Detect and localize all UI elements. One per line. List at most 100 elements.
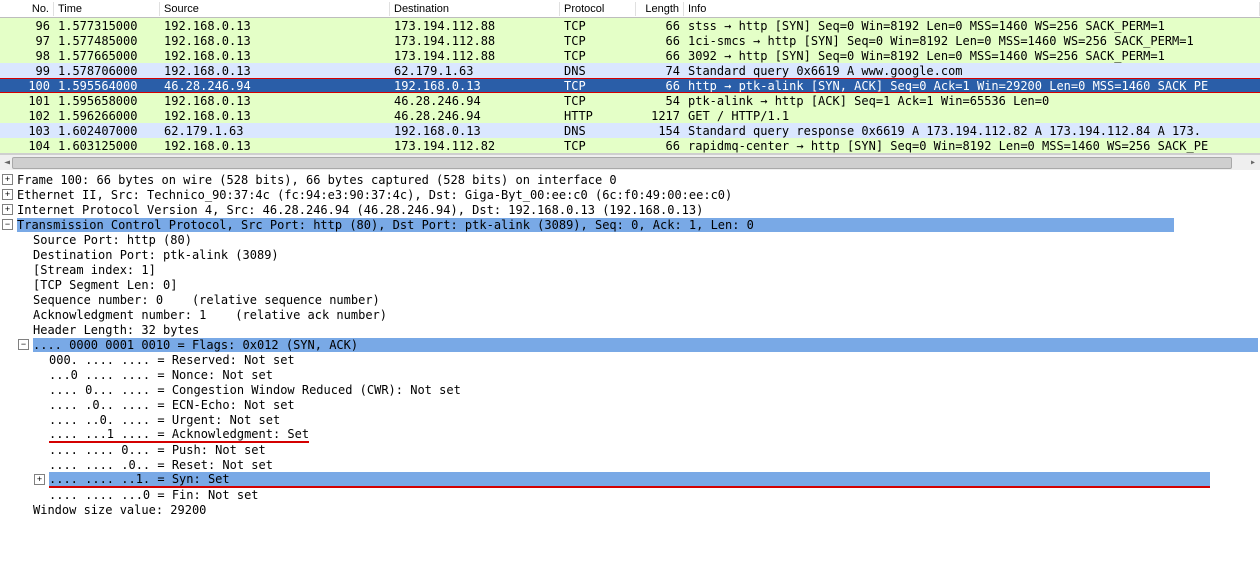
packet-details-pane[interactable]: +Frame 100: 66 bytes on wire (528 bits),… xyxy=(0,170,1260,517)
flag-bit-text: .... ...1 .... = Acknowledgment: Set xyxy=(49,427,309,443)
cell-no: 102 xyxy=(0,109,54,123)
packet-row[interactable]: 1001.59556400046.28.246.94192.168.0.13TC… xyxy=(0,78,1260,93)
packet-row[interactable]: 1031.60240700062.179.1.63192.168.0.13DNS… xyxy=(0,123,1260,138)
collapse-icon[interactable]: − xyxy=(18,339,29,350)
expand-icon[interactable]: + xyxy=(34,474,45,485)
detail-leaf[interactable]: Acknowledgment number: 1 (relative ack n… xyxy=(2,307,1260,322)
col-len[interactable]: Length xyxy=(636,2,684,16)
expand-icon[interactable]: + xyxy=(2,174,13,185)
cell-proto: HTTP xyxy=(560,109,636,123)
cell-info: GET / HTTP/1.1 xyxy=(684,109,1260,123)
cell-proto: TCP xyxy=(560,79,636,93)
cell-info: ptk-alink → http [ACK] Seq=1 Ack=1 Win=6… xyxy=(684,94,1260,108)
detail-node[interactable]: +Internet Protocol Version 4, Src: 46.28… xyxy=(2,202,1260,217)
col-no[interactable]: No. xyxy=(0,2,54,16)
scrollbar-thumb[interactable] xyxy=(12,157,1232,169)
tcp-flag-bit[interactable]: .... .0.. .... = ECN-Echo: Not set xyxy=(2,397,1260,412)
cell-dst: 173.194.112.88 xyxy=(390,19,560,33)
packet-list-pane[interactable]: No. Time Source Destination Protocol Len… xyxy=(0,0,1260,154)
flag-bit-text: .... ..0. .... = Urgent: Not set xyxy=(49,413,280,427)
tcp-flag-bit[interactable]: 000. .... .... = Reserved: Not set xyxy=(2,352,1260,367)
cell-no: 96 xyxy=(0,19,54,33)
packet-row[interactable]: 1041.603125000192.168.0.13173.194.112.82… xyxy=(0,138,1260,153)
packet-row[interactable]: 1011.595658000192.168.0.1346.28.246.94TC… xyxy=(0,93,1260,108)
cell-len: 1217 xyxy=(636,109,684,123)
cell-no: 100 xyxy=(0,79,54,93)
cell-src: 192.168.0.13 xyxy=(160,139,390,153)
cell-proto: TCP xyxy=(560,49,636,63)
cell-src: 192.168.0.13 xyxy=(160,19,390,33)
tcp-flags-text: .... 0000 0001 0010 = Flags: 0x012 (SYN,… xyxy=(33,338,1258,352)
tcp-flag-bit[interactable]: .... .... 0... = Push: Not set xyxy=(2,442,1260,457)
cell-info: stss → http [SYN] Seq=0 Win=8192 Len=0 M… xyxy=(684,19,1260,33)
col-dest[interactable]: Destination xyxy=(390,2,560,16)
scroll-right-icon[interactable]: ▸ xyxy=(1246,155,1260,171)
cell-dst: 173.194.112.88 xyxy=(390,49,560,63)
flag-bit-text: .... .... 0... = Push: Not set xyxy=(49,443,266,457)
packet-row[interactable]: 961.577315000192.168.0.13173.194.112.88T… xyxy=(0,18,1260,33)
cell-len: 66 xyxy=(636,139,684,153)
detail-leaf[interactable]: Sequence number: 0 (relative sequence nu… xyxy=(2,292,1260,307)
cell-len: 66 xyxy=(636,79,684,93)
tcp-flag-bit[interactable]: ...0 .... .... = Nonce: Not set xyxy=(2,367,1260,382)
detail-leaf[interactable]: Header Length: 32 bytes xyxy=(2,322,1260,337)
tcp-flag-bit[interactable]: .... ..0. .... = Urgent: Not set xyxy=(2,412,1260,427)
detail-text: Header Length: 32 bytes xyxy=(33,323,199,337)
packet-row[interactable]: 981.577665000192.168.0.13173.194.112.88T… xyxy=(0,48,1260,63)
tcp-flag-bit[interactable]: .... .... ...0 = Fin: Not set xyxy=(2,487,1260,502)
window-size-line[interactable]: Window size value: 29200 xyxy=(2,502,1260,517)
flag-bit-text: .... .... ...0 = Fin: Not set xyxy=(49,488,259,502)
cell-len: 66 xyxy=(636,19,684,33)
packet-row[interactable]: 971.577485000192.168.0.13173.194.112.88T… xyxy=(0,33,1260,48)
collapse-icon[interactable]: − xyxy=(2,219,13,230)
detail-leaf[interactable]: Destination Port: ptk-alink (3089) xyxy=(2,247,1260,262)
cell-len: 66 xyxy=(636,34,684,48)
cell-time: 1.577665000 xyxy=(54,49,160,63)
col-source[interactable]: Source xyxy=(160,2,390,16)
cell-time: 1.595564000 xyxy=(54,79,160,93)
cell-src: 192.168.0.13 xyxy=(160,109,390,123)
expand-icon[interactable]: + xyxy=(2,204,13,215)
cell-info: rapidmq-center → http [SYN] Seq=0 Win=81… xyxy=(684,139,1260,153)
cell-info: http → ptk-alink [SYN, ACK] Seq=0 Ack=1 … xyxy=(684,79,1260,93)
detail-node[interactable]: + Ethernet II, Src: Technico_90:37:4c (fc… xyxy=(2,187,1260,202)
horizontal-scrollbar[interactable]: ◄ ▸ xyxy=(0,154,1260,170)
cell-time: 1.578706000 xyxy=(54,64,160,78)
detail-node[interactable]: −Transmission Control Protocol, Src Port… xyxy=(2,217,1260,232)
cell-dst: 46.28.246.94 xyxy=(390,109,560,123)
packet-list-header[interactable]: No. Time Source Destination Protocol Len… xyxy=(0,0,1260,18)
tcp-flag-bit[interactable]: + .... .... ..1. = Syn: Set xyxy=(2,472,1260,487)
detail-text: Acknowledgment number: 1 (relative ack n… xyxy=(33,308,387,322)
col-proto[interactable]: Protocol xyxy=(560,2,636,16)
detail-text: [Stream index: 1] xyxy=(33,263,156,277)
cell-src: 192.168.0.13 xyxy=(160,49,390,63)
cell-dst: 192.168.0.13 xyxy=(390,124,560,138)
cell-no: 97 xyxy=(0,34,54,48)
tcp-flags-header[interactable]: − .... 0000 0001 0010 = Flags: 0x012 (SY… xyxy=(2,337,1260,352)
cell-time: 1.603125000 xyxy=(54,139,160,153)
cell-src: 192.168.0.13 xyxy=(160,94,390,108)
detail-leaf[interactable]: Source Port: http (80) xyxy=(2,232,1260,247)
cell-no: 98 xyxy=(0,49,54,63)
col-time[interactable]: Time xyxy=(54,2,160,16)
expand-icon[interactable]: + xyxy=(2,189,13,200)
detail-node[interactable]: +Frame 100: 66 bytes on wire (528 bits),… xyxy=(2,172,1260,187)
flag-bit-text: 000. .... .... = Reserved: Not set xyxy=(49,353,295,367)
packet-row[interactable]: 991.578706000192.168.0.1362.179.1.63DNS7… xyxy=(0,63,1260,78)
cell-info: Standard query response 0x6619 A 173.194… xyxy=(684,124,1260,138)
detail-leaf[interactable]: [TCP Segment Len: 0] xyxy=(2,277,1260,292)
detail-text: Destination Port: ptk-alink (3089) xyxy=(33,248,279,262)
tcp-flag-bit[interactable]: .... 0... .... = Congestion Window Reduc… xyxy=(2,382,1260,397)
cell-no: 101 xyxy=(0,94,54,108)
packet-row[interactable]: 1021.596266000192.168.0.1346.28.246.94HT… xyxy=(0,108,1260,123)
cell-dst: 173.194.112.82 xyxy=(390,139,560,153)
detail-text: Ethernet II, Src: Technico_90:37:4c (fc:… xyxy=(17,188,732,202)
tcp-flag-bit[interactable]: .... .... .0.. = Reset: Not set xyxy=(2,457,1260,472)
detail-leaf[interactable]: [Stream index: 1] xyxy=(2,262,1260,277)
cell-proto: TCP xyxy=(560,19,636,33)
flag-bit-text: .... 0... .... = Congestion Window Reduc… xyxy=(49,383,461,397)
flag-bit-text: .... .... .0.. = Reset: Not set xyxy=(49,458,273,472)
flag-bit-text: .... .... ..1. = Syn: Set xyxy=(49,472,1210,488)
tcp-flag-bit[interactable]: .... ...1 .... = Acknowledgment: Set xyxy=(2,427,1260,442)
col-info[interactable]: Info xyxy=(684,2,1260,16)
